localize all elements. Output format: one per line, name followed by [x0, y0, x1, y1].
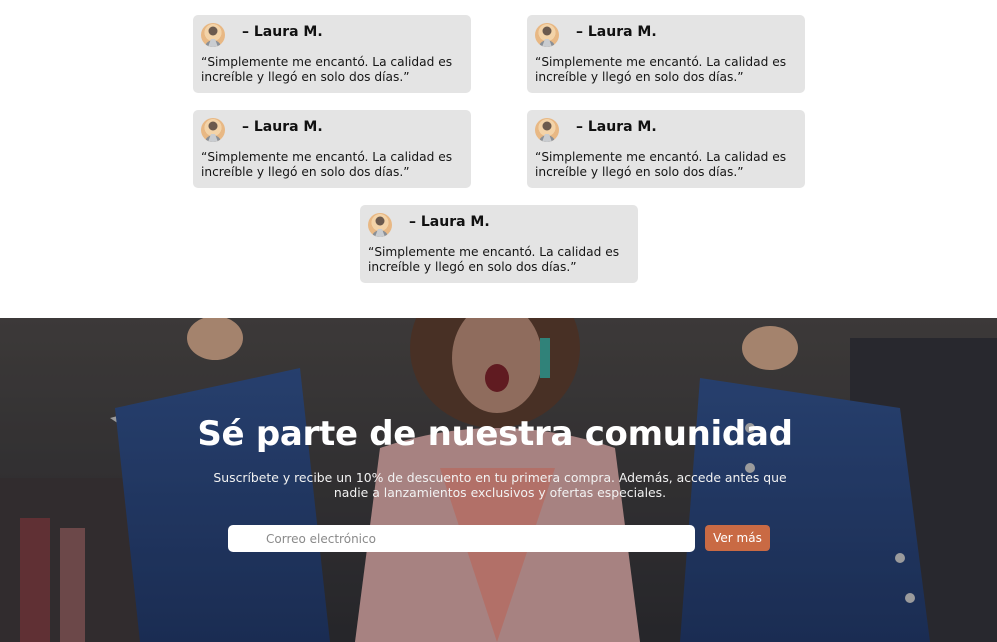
testimonial-quote: “Simplemente me encantó. La calidad es i… — [535, 55, 787, 84]
user-avatar — [535, 118, 559, 142]
testimonial-quote: “Simplemente me encantó. La calidad es i… — [201, 55, 453, 84]
testimonial-author: – Laura M. — [409, 214, 490, 230]
testimonial-card: – Laura M. “Simplemente me encantó. La c… — [360, 205, 638, 283]
user-avatar — [201, 118, 225, 142]
testimonial-author: – Laura M. — [576, 119, 657, 135]
testimonial-quote: “Simplemente me encantó. La calidad es i… — [368, 245, 620, 274]
testimonial-author: – Laura M. — [242, 119, 323, 135]
ver-mas-button[interactable]: Ver más — [705, 525, 770, 551]
testimonial-author: – Laura M. — [242, 24, 323, 40]
testimonial-card: – Laura M. “Simplemente me encantó. La c… — [193, 110, 471, 188]
testimonial-quote: “Simplemente me encantó. La calidad es i… — [201, 150, 453, 179]
newsletter-title: Sé parte de nuestra comunidad — [197, 414, 793, 454]
testimonial-quote: “Simplemente me encantó. La calidad es i… — [535, 150, 787, 179]
testimonial-card: – Laura M. “Simplemente me encantó. La c… — [527, 110, 805, 188]
email-input[interactable] — [228, 525, 695, 552]
newsletter-subtitle: Suscríbete y recibe un 10% de descuento … — [213, 470, 787, 500]
testimonial-card: – Laura M. “Simplemente me encantó. La c… — [527, 15, 805, 93]
testimonials-section: – Laura M. “Simplemente me encantó. La c… — [0, 0, 997, 318]
testimonial-card: – Laura M. “Simplemente me encantó. La c… — [193, 15, 471, 93]
user-avatar — [368, 213, 392, 237]
testimonial-author: – Laura M. — [576, 24, 657, 40]
user-avatar — [535, 23, 559, 47]
user-avatar — [201, 23, 225, 47]
newsletter-section: Sé parte de nuestra comunidad Suscríbete… — [0, 318, 997, 642]
